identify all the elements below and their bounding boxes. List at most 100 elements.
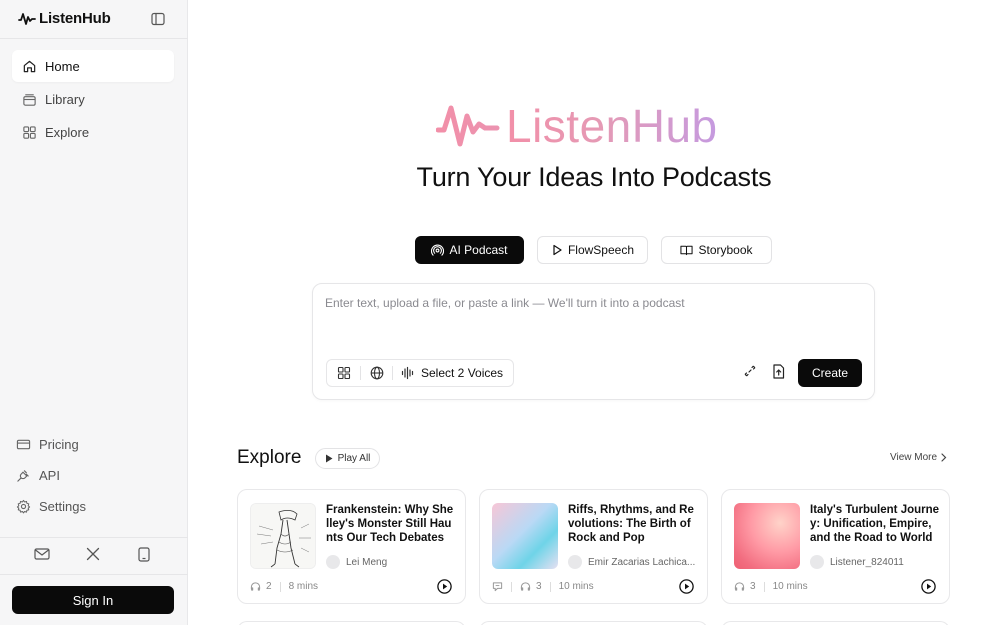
podcast-icon — [431, 243, 445, 256]
social-links — [0, 545, 188, 567]
podcast-title: Italy's Turbulent Journey: Unification, … — [810, 504, 940, 544]
tab-label: AI Podcast — [449, 243, 508, 257]
language-button[interactable] — [361, 360, 392, 386]
divider — [511, 581, 512, 592]
divider — [0, 537, 188, 538]
play-all-label: Play All — [337, 453, 371, 464]
create-button[interactable]: Create — [798, 359, 862, 387]
main-content: ListenHub Turn Your Ideas Into Podcasts … — [188, 0, 1000, 625]
waveform-logo-icon — [18, 12, 36, 25]
play-outline-icon — [553, 244, 562, 256]
sidebar-header: ListenHub — [0, 0, 188, 39]
duration: 10 mins — [558, 581, 594, 592]
tab-flowspeech[interactable]: FlowSpeech — [537, 236, 648, 264]
avatar — [568, 555, 582, 569]
waveform-logo-icon — [436, 105, 500, 147]
sidebar-toggle-icon[interactable] — [151, 12, 165, 26]
avatar — [326, 555, 340, 569]
card-icon — [16, 439, 31, 450]
author-name: Listener_824011 — [830, 556, 904, 568]
chevron-right-icon — [941, 453, 947, 462]
chat-icon — [492, 582, 503, 592]
sidebar-item-label: Library — [45, 91, 85, 107]
divider — [0, 574, 188, 575]
prompt-composer: Select 2 Voices Create — [312, 283, 875, 400]
gear-icon — [16, 499, 31, 514]
avatar — [810, 555, 824, 569]
sidebar-item-label: API — [39, 468, 60, 483]
duration: 10 mins — [772, 581, 808, 592]
podcast-card[interactable]: Frankenstein: Why Shelley's Monster Stil… — [237, 489, 466, 604]
podcast-thumbnail — [250, 503, 316, 569]
mail-icon[interactable] — [34, 547, 50, 561]
headphones-icon — [734, 582, 745, 591]
page-title: Turn Your Ideas Into Podcasts — [416, 162, 772, 192]
podcast-title: Frankenstein: Why Shelley's Monster Stil… — [326, 504, 454, 544]
podcast-author: Lei Meng — [326, 555, 456, 569]
grid-icon — [23, 125, 36, 139]
section-title-explore: Explore — [237, 447, 302, 468]
sidebar-bottom-nav: Pricing API Settings — [12, 429, 174, 522]
brand-logo[interactable]: ListenHub — [18, 10, 111, 27]
play-circle-icon[interactable] — [437, 579, 452, 594]
podcast-thumbnail — [492, 503, 558, 569]
sidebar-nav: Home Library Explore — [12, 50, 174, 149]
hero-brand-name: ListenHub — [506, 100, 718, 152]
sidebar-item-pricing[interactable]: Pricing — [12, 429, 174, 460]
x-twitter-icon[interactable] — [86, 547, 100, 561]
sidebar-item-settings[interactable]: Settings — [12, 491, 174, 522]
podcast-meta: 3 10 mins — [492, 581, 594, 592]
divider — [549, 581, 551, 592]
podcast-card[interactable]: Italy's Turbulent Journey: Unification, … — [721, 489, 950, 604]
listen-count: 3 — [536, 581, 542, 592]
file-upload-icon[interactable] — [772, 364, 785, 379]
divider — [279, 581, 281, 592]
view-more-label: View More — [890, 452, 938, 463]
play-circle-icon[interactable] — [921, 579, 936, 594]
tab-label: Storybook — [698, 243, 753, 257]
divider — [763, 581, 765, 592]
prompt-input[interactable] — [325, 296, 855, 336]
audio-waveform-icon — [401, 366, 414, 380]
tab-ai-podcast[interactable]: AI Podcast — [415, 236, 524, 264]
tab-storybook[interactable]: Storybook — [661, 236, 772, 264]
podcast-card[interactable] — [479, 621, 708, 625]
sidebar-item-home[interactable]: Home — [12, 50, 174, 82]
templates-button[interactable] — [327, 360, 360, 386]
podcast-meta: 2 8 mins — [250, 581, 318, 592]
play-circle-icon[interactable] — [679, 579, 694, 594]
sidebar-item-library[interactable]: Library — [12, 83, 174, 115]
link-icon[interactable] — [743, 364, 757, 378]
podcast-author: Emir Zacarias Lachica... — [568, 555, 698, 569]
sidebar-item-api[interactable]: API — [12, 460, 174, 491]
podcast-card[interactable] — [237, 621, 466, 625]
podcast-thumbnail — [734, 503, 800, 569]
podcast-card[interactable] — [721, 621, 950, 625]
sidebar-item-explore[interactable]: Explore — [12, 116, 174, 148]
play-icon — [325, 454, 333, 463]
podcast-card[interactable]: Riffs, Rhythms, and Revolutions: The Bir… — [479, 489, 708, 604]
author-name: Emir Zacarias Lachica... — [588, 556, 696, 568]
mobile-app-icon[interactable] — [138, 547, 150, 562]
voices-label: Select 2 Voices — [421, 366, 504, 380]
brand-name: ListenHub — [39, 10, 111, 27]
play-all-button[interactable]: Play All — [315, 448, 380, 469]
sidebar-item-label: Explore — [45, 124, 90, 140]
composer-toolbar: Select 2 Voices — [326, 359, 515, 387]
home-icon — [23, 60, 36, 72]
podcast-meta: 3 10 mins — [734, 581, 808, 592]
podcast-title: Riffs, Rhythms, and Revolutions: The Bir… — [568, 504, 694, 544]
sidebar-item-label: Settings — [39, 499, 86, 514]
book-icon — [680, 245, 694, 256]
tab-label: FlowSpeech — [567, 243, 635, 257]
sidebar-item-label: Home — [45, 58, 80, 74]
sign-in-button[interactable]: Sign In — [12, 586, 174, 614]
grid-icon — [337, 366, 350, 380]
sidebar-item-label: Pricing — [39, 437, 79, 452]
listen-count: 3 — [750, 581, 756, 592]
headphones-icon — [520, 582, 531, 591]
listen-count: 2 — [266, 581, 272, 592]
select-voices-button[interactable]: Select 2 Voices — [393, 360, 513, 386]
view-more-link[interactable]: View More — [890, 452, 947, 463]
headphones-icon — [250, 582, 261, 591]
